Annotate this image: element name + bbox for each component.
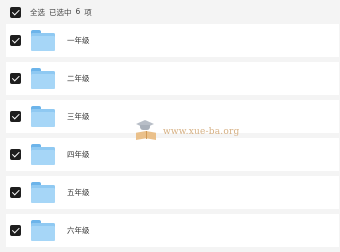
folder-row[interactable]: 六年级 <box>6 214 339 247</box>
row-checkbox[interactable] <box>10 149 21 160</box>
folder-row[interactable]: 四年级 <box>6 138 339 171</box>
selection-header: 全选 已选中 6 项 <box>0 0 340 24</box>
row-checkbox[interactable] <box>10 111 21 122</box>
selection-summary: 全选 已选中 6 项 <box>30 7 92 18</box>
selected-unit: 项 <box>84 7 92 17</box>
row-checkbox[interactable] <box>10 35 21 46</box>
folder-name[interactable]: 五年级 <box>67 187 90 198</box>
folder-name[interactable]: 六年级 <box>67 225 90 236</box>
row-checkbox[interactable] <box>10 73 21 84</box>
select-all-label[interactable]: 全选 <box>30 7 45 18</box>
selected-count: 6 <box>75 6 81 16</box>
folder-icon <box>31 144 55 165</box>
folder-icon <box>31 30 55 51</box>
folder-icon <box>31 182 55 203</box>
folder-icon <box>31 68 55 89</box>
folder-row[interactable]: 五年级 <box>6 176 339 209</box>
row-checkbox[interactable] <box>10 187 21 198</box>
folder-row[interactable]: 三年级 <box>6 100 339 133</box>
folder-name[interactable]: 四年级 <box>67 149 90 160</box>
folder-name[interactable]: 一年级 <box>67 35 90 46</box>
folder-row[interactable]: 一年级 <box>6 24 339 57</box>
row-checkbox[interactable] <box>10 225 21 236</box>
folder-icon <box>31 106 55 127</box>
selected-prefix: 已选中 <box>49 7 72 17</box>
select-all-checkbox[interactable] <box>10 6 21 18</box>
folder-name[interactable]: 三年级 <box>67 111 90 122</box>
folder-icon <box>31 220 55 241</box>
folder-row[interactable]: 二年级 <box>6 62 339 95</box>
folder-name[interactable]: 二年级 <box>67 73 90 84</box>
